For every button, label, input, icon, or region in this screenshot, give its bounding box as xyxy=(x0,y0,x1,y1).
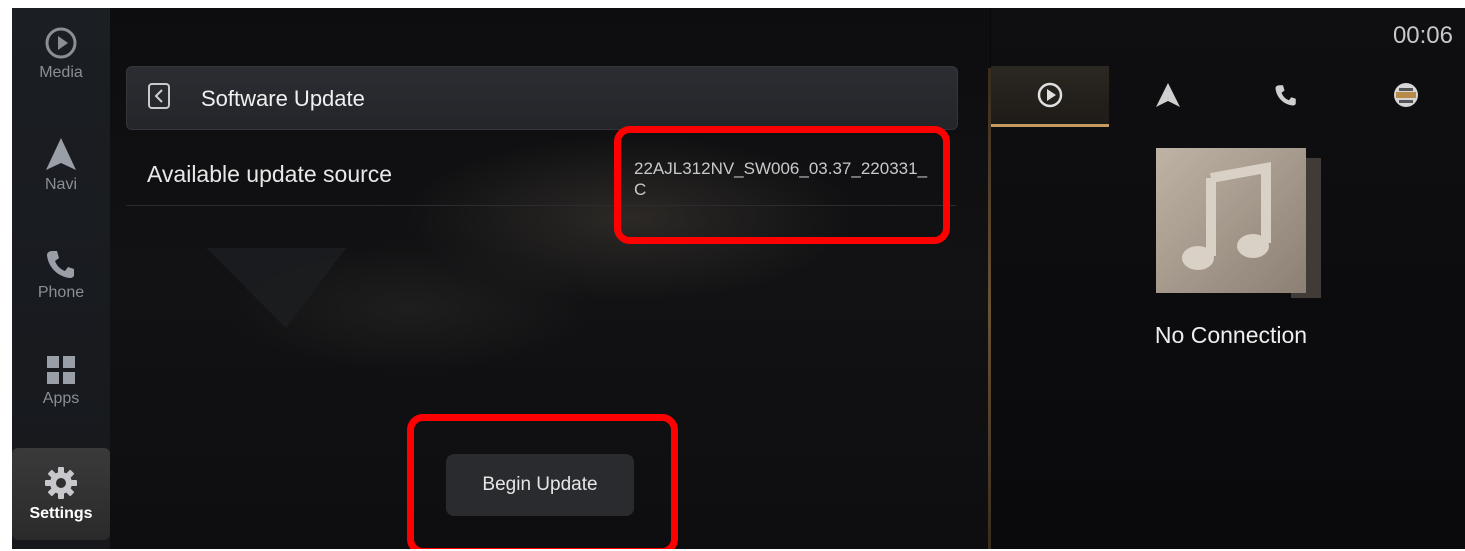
page-title: Software Update xyxy=(201,86,365,111)
tab-vehicle[interactable] xyxy=(1347,66,1465,124)
connection-status: No Connection xyxy=(1154,322,1308,348)
tab-phone[interactable] xyxy=(1227,66,1345,124)
phone-icon xyxy=(1275,85,1296,106)
update-source-value[interactable]: 22AJL312NV_SW006_03.37_220331_C xyxy=(634,158,934,200)
music-note-icon xyxy=(1182,162,1271,270)
sidebar-item-media[interactable]: Media xyxy=(12,26,110,82)
settings-panel: Software Update Available update source … xyxy=(110,8,990,549)
apps-grid-icon xyxy=(47,356,75,384)
infotainment-screen: Media Navi Phone Apps Settings Software … xyxy=(12,8,1465,549)
sidebar-item-apps[interactable]: Apps xyxy=(12,354,110,408)
begin-update-button[interactable]: Begin Update xyxy=(446,454,634,516)
navigation-arrow-icon xyxy=(46,138,76,170)
update-source-label: Available update source xyxy=(147,161,393,187)
sidebar-item-settings[interactable]: Settings xyxy=(12,448,114,540)
phone-icon xyxy=(47,251,74,278)
divider xyxy=(126,205,956,206)
back-button[interactable] xyxy=(148,83,170,109)
sidebar-item-label: Phone xyxy=(37,284,85,301)
page-header: Software Update xyxy=(126,66,958,130)
sidebar-item-label: Media xyxy=(39,64,83,81)
album-art xyxy=(1156,148,1306,293)
media-panel: 00:06 No Connection xyxy=(991,8,1465,549)
media-tabs xyxy=(991,66,1465,127)
clock: 00:06 xyxy=(1392,22,1453,49)
sidebar-item-label: Navi xyxy=(44,176,77,193)
gear-icon xyxy=(45,467,77,499)
sidebar-item-phone[interactable]: Phone xyxy=(12,248,110,302)
tab-media[interactable] xyxy=(991,66,1109,127)
vehicle-icon xyxy=(1394,83,1418,107)
sidebar-item-label: Apps xyxy=(42,390,80,407)
navigation-arrow-icon xyxy=(1156,83,1180,107)
background-decoration xyxy=(206,248,346,328)
play-circle-icon xyxy=(45,27,77,59)
sidebar-item-navi[interactable]: Navi xyxy=(12,136,110,194)
sidebar-item-label: Settings xyxy=(29,505,93,522)
sidebar: Media Navi Phone Apps Settings xyxy=(12,8,114,549)
chevron-left-icon xyxy=(154,89,163,103)
play-circle-icon xyxy=(1037,82,1063,108)
tab-navi[interactable] xyxy=(1109,66,1227,124)
